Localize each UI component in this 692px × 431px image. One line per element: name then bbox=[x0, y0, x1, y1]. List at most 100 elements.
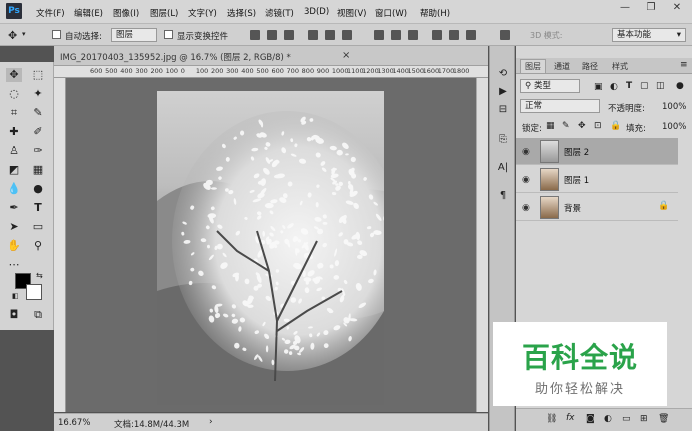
document-image[interactable] bbox=[157, 91, 384, 405]
filter-pixel-icon[interactable]: ▣ bbox=[594, 82, 603, 92]
dodge-tool-icon[interactable]: ● bbox=[30, 182, 46, 196]
clone-source-icon[interactable]: ⎘ bbox=[495, 132, 511, 148]
align-hcenter-icon[interactable] bbox=[325, 30, 335, 40]
menu-file[interactable]: 文件(F) bbox=[36, 7, 65, 19]
distribute-bottom-icon[interactable] bbox=[408, 30, 418, 40]
default-colors-icon[interactable]: ◧ bbox=[12, 292, 19, 300]
clone-stamp-icon[interactable]: ♙ bbox=[6, 144, 22, 158]
paragraph-panel-icon[interactable]: ¶ bbox=[495, 188, 511, 204]
eraser-tool-icon[interactable]: ◩ bbox=[6, 163, 22, 177]
pen-tool-icon[interactable]: ✒ bbox=[6, 201, 22, 215]
lock-transparent-icon[interactable]: ▦ bbox=[546, 121, 555, 131]
align-vcenter-icon[interactable] bbox=[267, 30, 277, 40]
actions-panel-icon[interactable]: ▶ bbox=[495, 84, 511, 100]
fill-value[interactable]: 100% bbox=[662, 122, 686, 132]
more-tools-icon[interactable]: ⋯ bbox=[6, 258, 22, 272]
marquee-tool-icon[interactable]: ⬚ bbox=[30, 68, 46, 82]
close-button[interactable]: ✕ bbox=[664, 0, 690, 16]
magic-wand-icon[interactable]: ✦ bbox=[30, 87, 46, 101]
panel-menu-icon[interactable]: ≡ bbox=[680, 60, 688, 70]
eye-icon[interactable]: ◉ bbox=[522, 147, 530, 157]
menu-3d[interactable]: 3D(D) bbox=[304, 7, 329, 17]
chevron-right-icon[interactable]: › bbox=[209, 417, 213, 427]
layer-filter-dropdown[interactable]: ⚲ 类型 bbox=[520, 79, 580, 93]
auto-select-dropdown[interactable]: 图层 bbox=[111, 28, 157, 42]
hand-tool-icon[interactable]: ✋ bbox=[6, 239, 22, 253]
brush-tool-icon[interactable]: ✐ bbox=[30, 125, 46, 139]
link-layers-icon[interactable]: ⛓ bbox=[546, 414, 557, 424]
chevron-down-icon[interactable]: ▾ bbox=[22, 30, 26, 38]
opacity-value[interactable]: 100% bbox=[662, 102, 686, 112]
layer-row[interactable]: ◉ 图层 1 bbox=[516, 166, 678, 193]
lock-all-icon[interactable]: 🔒 bbox=[610, 121, 621, 131]
show-transform-checkbox[interactable] bbox=[164, 30, 173, 39]
eyedropper-icon[interactable]: ✎ bbox=[30, 106, 46, 120]
document-tab[interactable]: IMG_20170403_135952.jpg @ 16.7% (图层 2, R… bbox=[54, 46, 488, 66]
blend-mode-dropdown[interactable]: 正常 bbox=[520, 99, 600, 113]
align-right-icon[interactable] bbox=[342, 30, 352, 40]
filter-toggle-icon[interactable]: ● bbox=[676, 81, 684, 91]
auto-select-checkbox[interactable] bbox=[52, 30, 61, 39]
add-mask-icon[interactable]: ◙ bbox=[586, 414, 595, 424]
distribute-left-icon[interactable] bbox=[432, 30, 442, 40]
menu-help[interactable]: 帮助(H) bbox=[420, 7, 450, 19]
menu-window[interactable]: 窗口(W) bbox=[375, 7, 407, 19]
auto-align-icon[interactable] bbox=[500, 30, 510, 40]
zoom-tool-icon[interactable]: ⚲ bbox=[30, 239, 46, 253]
tab-styles[interactable]: 样式 bbox=[608, 60, 632, 73]
zoom-level[interactable]: 16.67% bbox=[58, 418, 90, 428]
background-color-swatch[interactable] bbox=[26, 284, 42, 300]
eye-icon[interactable]: ◉ bbox=[522, 203, 530, 213]
lock-position-icon[interactable]: ✥ bbox=[578, 121, 586, 131]
menu-edit[interactable]: 编辑(E) bbox=[74, 7, 103, 19]
history-brush-icon[interactable]: ✑ bbox=[30, 144, 46, 158]
properties-panel-icon[interactable]: ⊟ bbox=[495, 102, 511, 118]
gradient-tool-icon[interactable]: ▦ bbox=[30, 163, 46, 177]
shape-tool-icon[interactable]: ▭ bbox=[30, 220, 46, 234]
quick-mask-icon[interactable]: ◘ bbox=[6, 308, 22, 322]
menu-layer[interactable]: 图层(L) bbox=[150, 7, 178, 19]
blur-tool-icon[interactable]: 💧 bbox=[6, 182, 22, 196]
tab-layers[interactable]: 图层 bbox=[520, 59, 546, 73]
minimize-button[interactable]: — bbox=[612, 0, 638, 16]
distribute-vcenter-icon[interactable] bbox=[391, 30, 401, 40]
fx-icon[interactable]: fx bbox=[566, 413, 575, 423]
layer-row[interactable]: ◉ 图层 2 bbox=[516, 138, 678, 165]
restore-button[interactable]: ❐ bbox=[638, 0, 664, 16]
history-panel-icon[interactable]: ⟲ bbox=[495, 66, 511, 82]
align-bottom-icon[interactable] bbox=[284, 30, 294, 40]
tab-paths[interactable]: 路径 bbox=[578, 60, 602, 73]
crop-tool-icon[interactable]: ⌗ bbox=[6, 106, 22, 120]
screen-mode-icon[interactable]: ⧉ bbox=[30, 308, 46, 322]
type-tool-icon[interactable]: T bbox=[30, 201, 46, 215]
menu-view[interactable]: 视图(V) bbox=[337, 7, 366, 19]
lock-artboard-icon[interactable]: ⊡ bbox=[594, 121, 602, 131]
menu-image[interactable]: 图像(I) bbox=[113, 7, 139, 19]
distribute-hcenter-icon[interactable] bbox=[449, 30, 459, 40]
close-tab-icon[interactable]: × bbox=[342, 50, 350, 61]
distribute-right-icon[interactable] bbox=[466, 30, 476, 40]
delete-layer-icon[interactable]: 🗑 bbox=[658, 414, 669, 424]
vertical-scrollbar[interactable] bbox=[476, 78, 488, 412]
move-tool-icon[interactable]: ✥ bbox=[6, 68, 22, 82]
lasso-tool-icon[interactable]: ◌ bbox=[6, 87, 22, 101]
menu-select[interactable]: 选择(S) bbox=[227, 7, 256, 19]
eye-icon[interactable]: ◉ bbox=[522, 175, 530, 185]
new-layer-icon[interactable]: ⊞ bbox=[640, 414, 648, 424]
character-panel-icon[interactable]: A| bbox=[495, 160, 511, 176]
new-group-icon[interactable]: ▭ bbox=[622, 414, 631, 424]
align-top-icon[interactable] bbox=[250, 30, 260, 40]
path-select-icon[interactable]: ➤ bbox=[6, 220, 22, 234]
lock-pixels-icon[interactable]: ✎ bbox=[562, 121, 570, 131]
menu-filter[interactable]: 滤镜(T) bbox=[265, 7, 294, 19]
align-left-icon[interactable] bbox=[308, 30, 318, 40]
filter-adjust-icon[interactable]: ◐ bbox=[610, 82, 618, 92]
filter-smart-icon[interactable]: ◫ bbox=[656, 81, 665, 91]
healing-brush-icon[interactable]: ✚ bbox=[6, 125, 22, 139]
layer-row[interactable]: ◉ 背景 🔒 bbox=[516, 194, 678, 221]
menu-type[interactable]: 文字(Y) bbox=[188, 7, 217, 19]
filter-type-icon[interactable]: T bbox=[626, 81, 632, 91]
filter-shape-icon[interactable]: ▢ bbox=[640, 81, 649, 91]
move-tool-icon[interactable]: ✥ bbox=[8, 29, 17, 42]
tab-channels[interactable]: 通道 bbox=[550, 60, 574, 73]
